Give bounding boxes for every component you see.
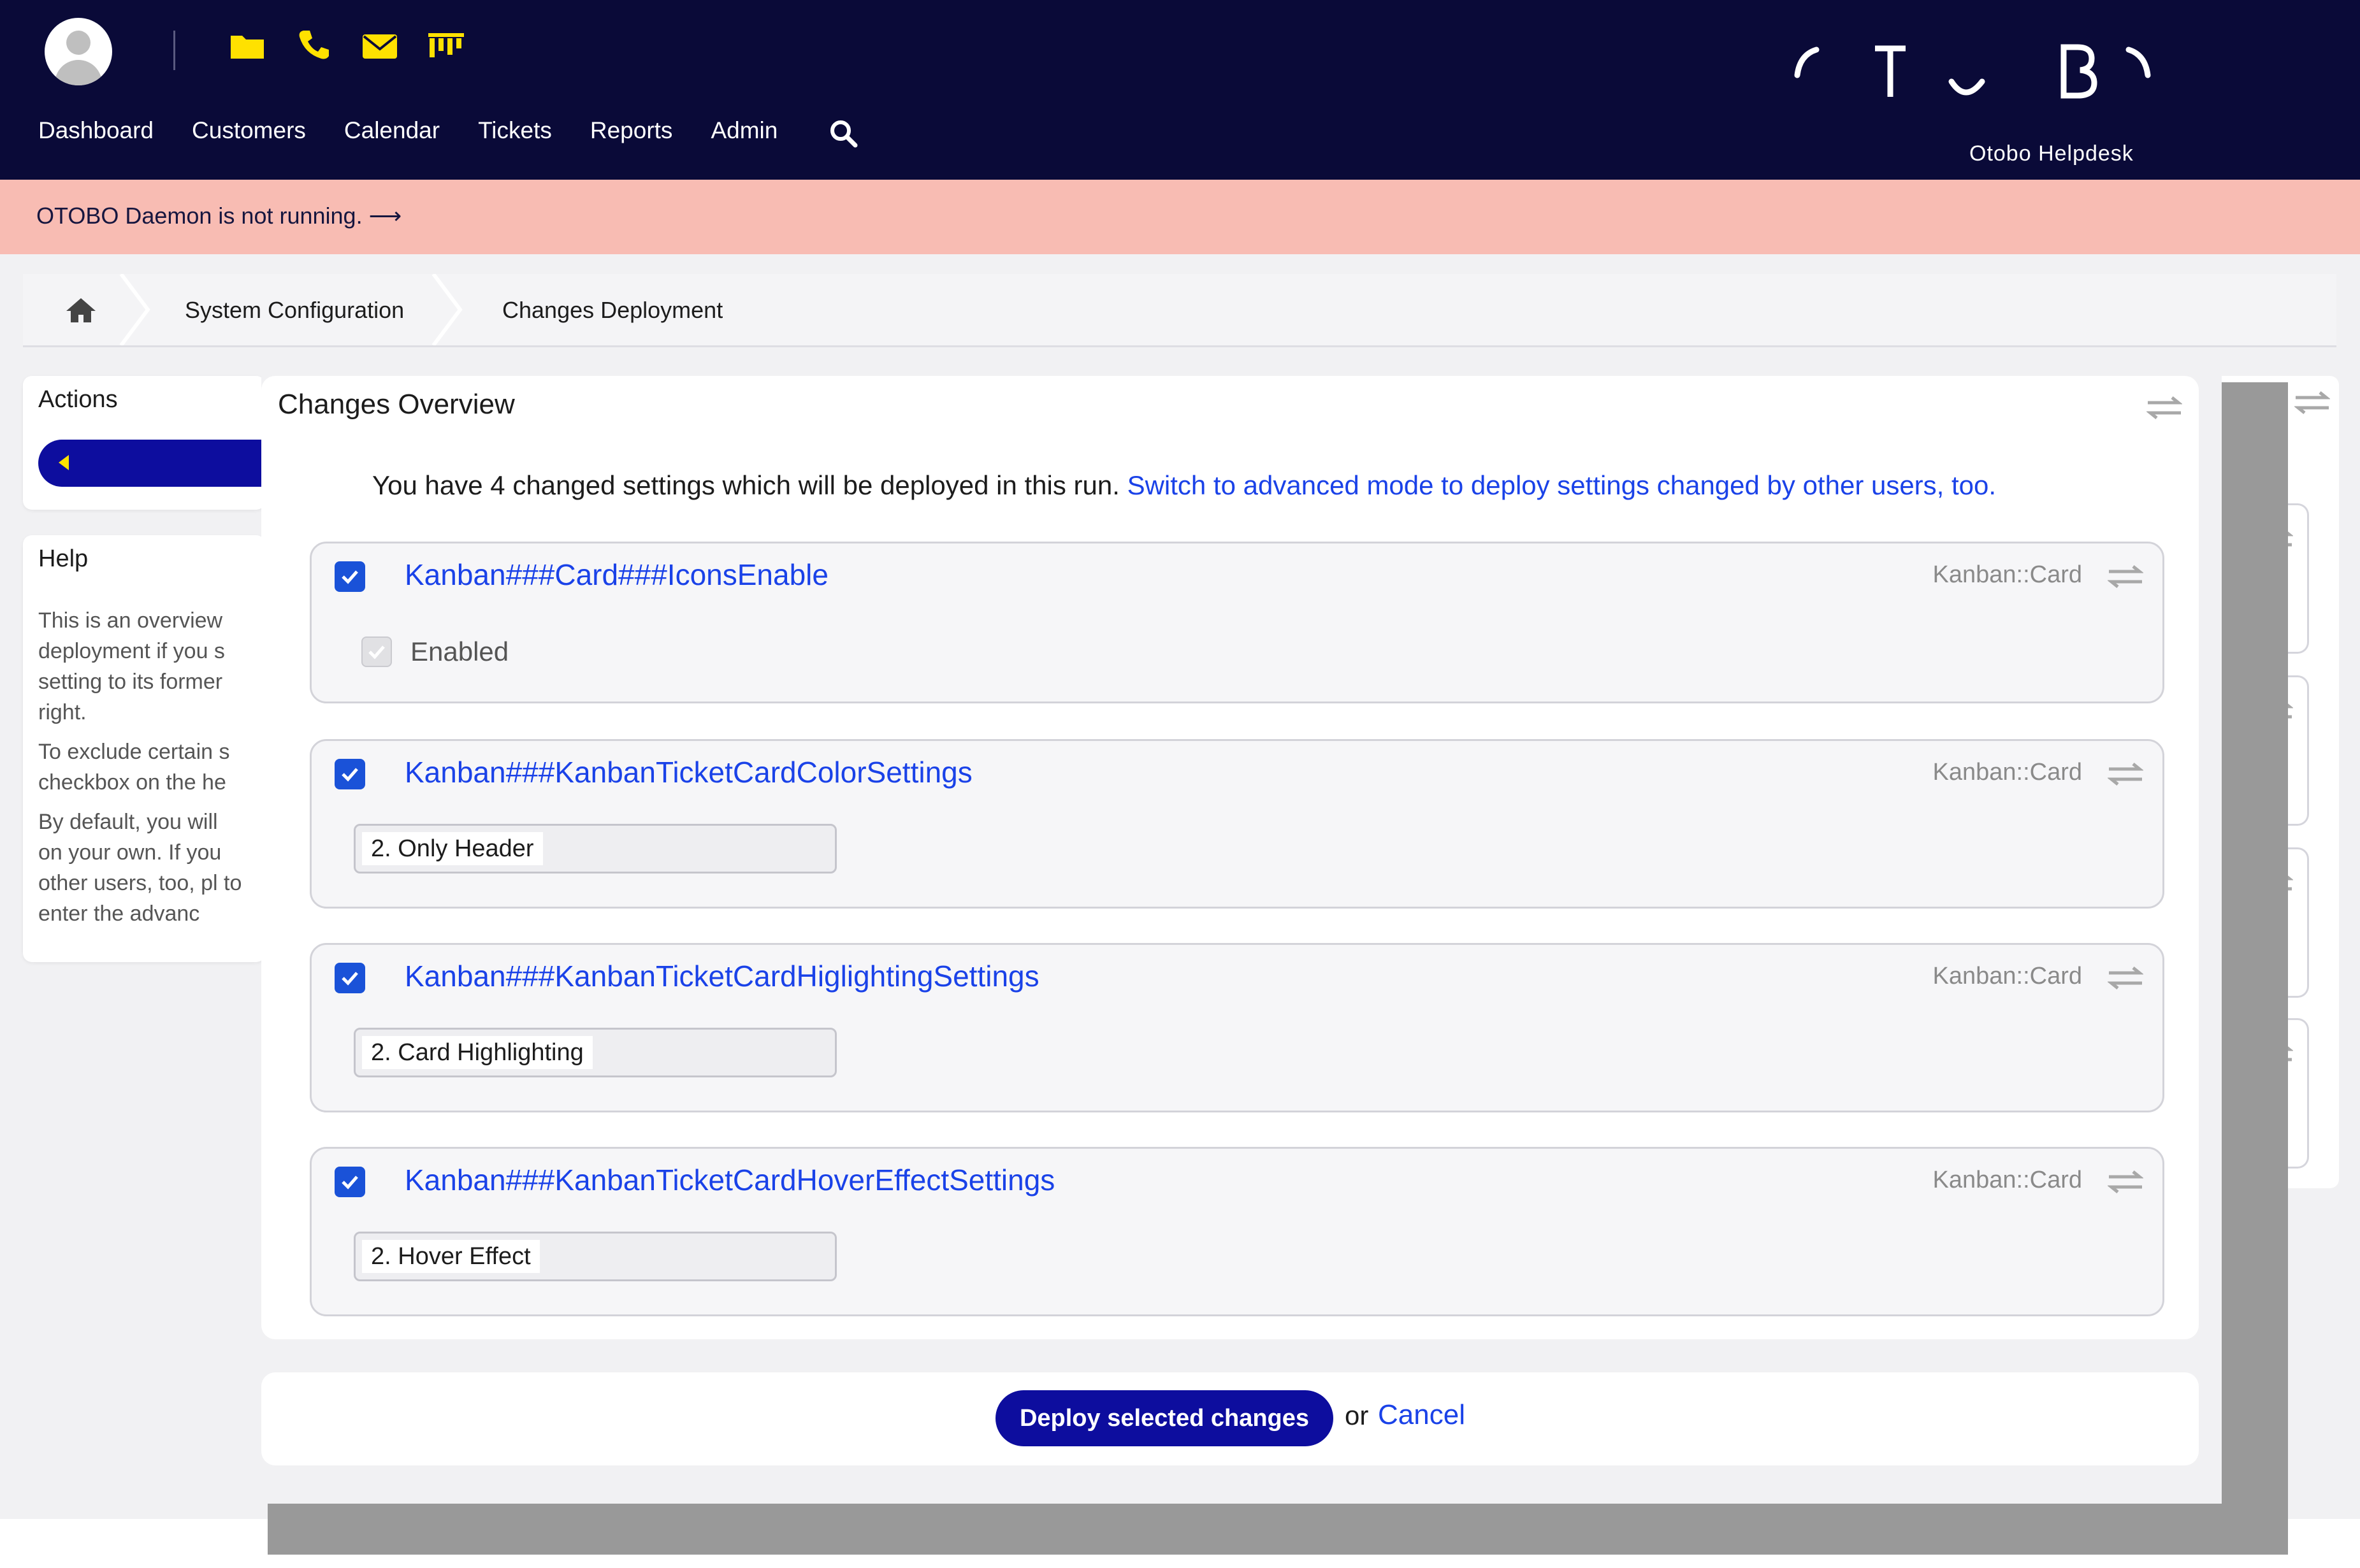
nav-customers[interactable]: Customers bbox=[192, 117, 306, 144]
avatar-body bbox=[55, 60, 102, 85]
arrows-exchange-icon[interactable] bbox=[2108, 1169, 2143, 1195]
setting-value-select[interactable]: 2. Hover Effect bbox=[354, 1232, 837, 1281]
daemon-warning-text: OTOBO Daemon is not running. bbox=[36, 203, 363, 229]
setting-name-link[interactable]: Kanban###KanbanTicketCardHiglightingSett… bbox=[405, 959, 1039, 993]
arrows-exchange-icon bbox=[2294, 391, 2330, 414]
help-paragraph: To exclude certain s checkbox on the he bbox=[38, 740, 230, 795]
changes-overview-card: Changes Overview You have 4 changed sett… bbox=[261, 376, 2199, 1339]
setting-navigation: Kanban::Card bbox=[1932, 1167, 2083, 1193]
help-title: Help bbox=[38, 545, 89, 572]
cancel-link[interactable]: Cancel bbox=[1378, 1399, 1465, 1431]
help-paragraph: By default, you will on your own. If you… bbox=[38, 810, 242, 926]
nav-admin[interactable]: Admin bbox=[711, 117, 778, 144]
email-icon[interactable] bbox=[361, 27, 399, 65]
otobo-logo[interactable] bbox=[1791, 40, 2154, 110]
checkmark-icon bbox=[342, 570, 358, 584]
setting-checkbox[interactable] bbox=[335, 1167, 365, 1197]
setting-value-select[interactable]: 2. Card Highlighting bbox=[354, 1028, 837, 1077]
selected-value: 2. Card Highlighting bbox=[362, 1036, 593, 1069]
daemon-warning-link[interactable]: OTOBO Daemon is not running. ⟶ bbox=[36, 203, 402, 229]
setting-checkbox[interactable] bbox=[335, 759, 365, 789]
nav-calendar[interactable]: Calendar bbox=[344, 117, 440, 144]
setting-navigation: Kanban::Card bbox=[1932, 561, 2083, 588]
help-paragraph: This is an overview deployment if you s … bbox=[38, 608, 225, 724]
go-back-button[interactable] bbox=[38, 440, 265, 487]
toolbar-divider bbox=[173, 31, 175, 70]
home-icon[interactable] bbox=[65, 297, 97, 324]
nav-reports[interactable]: Reports bbox=[590, 117, 673, 144]
folder-icon[interactable] bbox=[228, 27, 266, 65]
phone-icon[interactable] bbox=[294, 27, 333, 65]
deploy-selected-changes-button[interactable]: Deploy selected changes bbox=[995, 1390, 1333, 1446]
setting-name-link[interactable]: Kanban###KanbanTicketCardHoverEffectSett… bbox=[405, 1163, 1055, 1197]
setting-card: Kanban###Card###IconsEnable Kanban::Card… bbox=[310, 542, 2164, 703]
setting-card: Kanban###KanbanTicketCardHoverEffectSett… bbox=[310, 1147, 2164, 1316]
setting-value-select[interactable]: 2. Only Header bbox=[354, 824, 837, 874]
setting-card: Kanban###KanbanTicketCardColorSettings K… bbox=[310, 739, 2164, 909]
breadcrumb-changes-deployment: Changes Deployment bbox=[502, 297, 723, 323]
checkmark-icon bbox=[342, 1176, 358, 1190]
checkmark-icon bbox=[342, 768, 358, 782]
changes-deployment-dialog: Changes Overview You have 4 changed sett… bbox=[261, 376, 2222, 1504]
breadcrumb-system-configuration[interactable]: System Configuration bbox=[185, 297, 404, 324]
breadcrumb-separator bbox=[431, 274, 463, 345]
arrows-exchange-icon[interactable] bbox=[2108, 564, 2143, 589]
user-avatar[interactable] bbox=[45, 18, 112, 85]
arrows-exchange-icon[interactable] bbox=[2108, 965, 2143, 991]
nav-tickets[interactable]: Tickets bbox=[478, 117, 552, 144]
deployment-info-text: You have 4 changed settings which will b… bbox=[372, 470, 1120, 500]
actions-title: Actions bbox=[38, 386, 118, 413]
setting-name-link[interactable]: Kanban###KanbanTicketCardColorSettings bbox=[405, 755, 973, 789]
breadcrumb-separator bbox=[119, 274, 150, 345]
arrows-exchange-icon[interactable] bbox=[2146, 395, 2182, 421]
setting-checkbox[interactable] bbox=[335, 561, 365, 592]
search-icon[interactable] bbox=[829, 119, 858, 148]
checkmark-icon bbox=[368, 645, 385, 659]
setting-navigation: Kanban::Card bbox=[1932, 963, 2083, 989]
breadcrumb: System Configuration Changes Deployment bbox=[23, 274, 2336, 347]
checkmark-icon bbox=[342, 972, 358, 986]
setting-card: Kanban###KanbanTicketCardHiglightingSett… bbox=[310, 943, 2164, 1112]
overview-title: Changes Overview bbox=[278, 389, 515, 420]
help-box: Help This is an overview deployment if y… bbox=[23, 535, 265, 962]
setting-name-link[interactable]: Kanban###Card###IconsEnable bbox=[405, 557, 829, 592]
kanban-icon[interactable] bbox=[427, 27, 465, 65]
advanced-mode-link[interactable]: Switch to advanced mode to deploy settin… bbox=[1127, 470, 1997, 500]
arrow-right-icon: ⟶ bbox=[368, 203, 402, 229]
help-text: This is an overview deployment if you s … bbox=[38, 605, 265, 938]
enabled-checkbox bbox=[361, 637, 392, 667]
main-navigation: Dashboard Customers Calendar Tickets Rep… bbox=[38, 115, 816, 147]
arrows-exchange-icon[interactable] bbox=[2108, 761, 2143, 787]
daemon-notification-bar: OTOBO Daemon is not running. ⟶ bbox=[0, 180, 2360, 254]
setting-navigation: Kanban::Card bbox=[1932, 759, 2083, 786]
top-navigation-bar: Dashboard Customers Calendar Tickets Rep… bbox=[0, 0, 2360, 180]
nav-dashboard[interactable]: Dashboard bbox=[38, 117, 154, 144]
selected-value: 2. Hover Effect bbox=[362, 1240, 540, 1273]
avatar-head bbox=[66, 31, 90, 55]
dialog-footer: Deploy selected changes or Cancel bbox=[261, 1372, 2199, 1465]
enabled-label: Enabled bbox=[410, 637, 509, 666]
setting-checkbox[interactable] bbox=[335, 963, 365, 993]
brand-name: Otobo Helpdesk bbox=[1969, 141, 2134, 166]
or-text: or bbox=[1345, 1400, 1369, 1430]
caret-left-icon bbox=[59, 455, 69, 470]
deployment-info: You have 4 changed settings which will b… bbox=[372, 470, 1996, 501]
selected-value: 2. Only Header bbox=[362, 832, 543, 865]
actions-box: Actions bbox=[23, 376, 265, 510]
